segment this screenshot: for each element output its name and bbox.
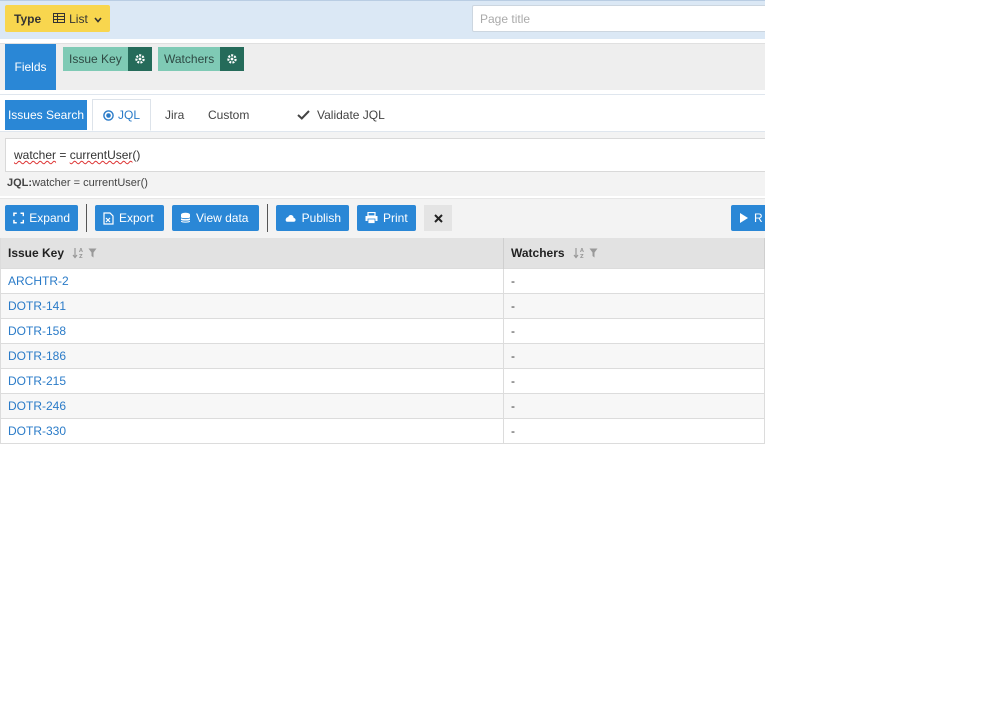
table-row: DOTR-186- (0, 343, 765, 369)
tab-jql[interactable]: JQL (92, 99, 151, 131)
jql-preview-value: watcher = currentUser() (32, 177, 148, 189)
sort-icon[interactable]: AZ (72, 247, 85, 259)
run-button[interactable]: R (731, 205, 765, 231)
toolbar-divider (267, 204, 268, 232)
action-toolbar: Expand Export View data Publish Print R (0, 198, 765, 239)
publish-button[interactable]: Publish (276, 205, 349, 231)
field-chip-issue-key[interactable]: Issue Key (63, 47, 152, 71)
run-label: R (754, 211, 763, 225)
print-icon (365, 212, 378, 224)
check-icon (297, 110, 310, 120)
issue-key-link[interactable]: DOTR-215 (0, 368, 504, 394)
watchers-cell: - (503, 318, 765, 344)
gear-icon[interactable] (127, 47, 152, 71)
page-title-input[interactable] (472, 5, 765, 32)
issue-key-link[interactable]: DOTR-186 (0, 343, 504, 369)
jql-preview-prefix: JQL: (7, 177, 33, 189)
gear-icon[interactable] (220, 47, 245, 71)
table-row: DOTR-158- (0, 318, 765, 344)
chevron-down-icon (94, 12, 102, 26)
validate-jql-label: Validate JQL (317, 108, 385, 122)
validate-jql-button[interactable]: Validate JQL (297, 99, 385, 131)
watchers-cell: - (503, 343, 765, 369)
issues-search-label: Issues Search (5, 100, 87, 130)
table-row: ARCHTR-2- (0, 268, 765, 294)
watchers-cell: - (503, 418, 765, 444)
results-table: Issue Key AZ Watchers AZ ARCHTR-2 - DOTR… (0, 238, 765, 444)
sort-icon[interactable]: AZ (573, 247, 586, 259)
type-label: Type (14, 11, 42, 26)
table-header-row: Issue Key AZ Watchers AZ (0, 238, 765, 269)
close-button[interactable] (424, 205, 452, 231)
filter-icon[interactable] (88, 248, 97, 258)
field-chip-label: Watchers (158, 47, 221, 71)
tab-custom[interactable]: Custom (208, 99, 249, 131)
export-button[interactable]: Export (95, 205, 164, 231)
watchers-cell: - (503, 293, 765, 319)
toolbar-divider (86, 204, 87, 232)
tab-jira[interactable]: Jira (165, 99, 184, 131)
print-button[interactable]: Print (357, 205, 416, 231)
view-data-label: View data (196, 211, 249, 225)
publish-label: Publish (301, 211, 341, 225)
table-row: DOTR-246- (0, 393, 765, 419)
watchers-cell: - (503, 368, 765, 394)
close-icon (433, 213, 443, 223)
table-icon (53, 12, 66, 26)
fields-row: Fields Issue Key Watchers (0, 43, 765, 90)
issue-key-link[interactable]: DOTR-158 (0, 318, 504, 344)
filter-icon[interactable] (589, 248, 598, 258)
issue-key-link[interactable]: DOTR-330 (0, 418, 504, 444)
print-label: Print (383, 211, 408, 225)
column-header-label: Issue Key (8, 246, 65, 260)
expand-label: Expand (29, 211, 70, 225)
jql-token: = (56, 148, 70, 162)
field-chip-label: Issue Key (63, 47, 128, 71)
table-row: DOTR-330- (0, 418, 765, 444)
tab-label: Custom (208, 108, 250, 122)
cloud-icon (285, 215, 296, 222)
issue-key-link[interactable]: DOTR-141 (0, 293, 504, 319)
issue-key-link[interactable]: ARCHTR-2 (0, 268, 504, 294)
tab-label: Jira (165, 108, 185, 122)
field-chip-watchers[interactable]: Watchers (158, 47, 245, 71)
fields-label: Fields (5, 44, 56, 90)
svg-text:Z: Z (79, 254, 83, 259)
tab-label: JQL (117, 108, 140, 122)
expand-button[interactable]: Expand (5, 205, 78, 231)
play-icon (740, 213, 748, 223)
view-data-button[interactable]: View data (172, 205, 259, 231)
expand-icon (13, 212, 25, 224)
jql-token: watcher (14, 148, 57, 162)
jql-preview: JQL:watcher = currentUser() (7, 177, 148, 189)
excel-file-icon (103, 211, 114, 225)
table-row: DOTR-215- (0, 368, 765, 394)
top-bar: Type List (0, 0, 765, 39)
column-header-watchers[interactable]: Watchers AZ (503, 238, 765, 269)
watchers-cell: - (503, 393, 765, 419)
column-header-issue-key[interactable]: Issue Key AZ (0, 238, 504, 269)
watchers-cell: - (503, 268, 765, 294)
jql-token: () (132, 148, 141, 162)
issue-key-link[interactable]: DOTR-246 (0, 393, 504, 419)
jql-area: watcher = currentUser() JQL:watcher = cu… (0, 132, 765, 196)
type-value: List (69, 11, 88, 26)
svg-text:Z: Z (580, 254, 584, 259)
column-header-label: Watchers (511, 246, 565, 260)
jql-token: currentUser (69, 148, 133, 162)
radio-selected-icon (103, 109, 114, 121)
table-row: DOTR-141- (0, 293, 765, 319)
jql-input[interactable]: watcher = currentUser() (5, 138, 765, 172)
search-tabs-row: Issues Search JQL Jira Custom Validate J… (0, 94, 765, 132)
export-label: Export (119, 211, 154, 225)
database-icon (180, 212, 191, 223)
type-dropdown-button[interactable]: Type List (5, 5, 110, 32)
